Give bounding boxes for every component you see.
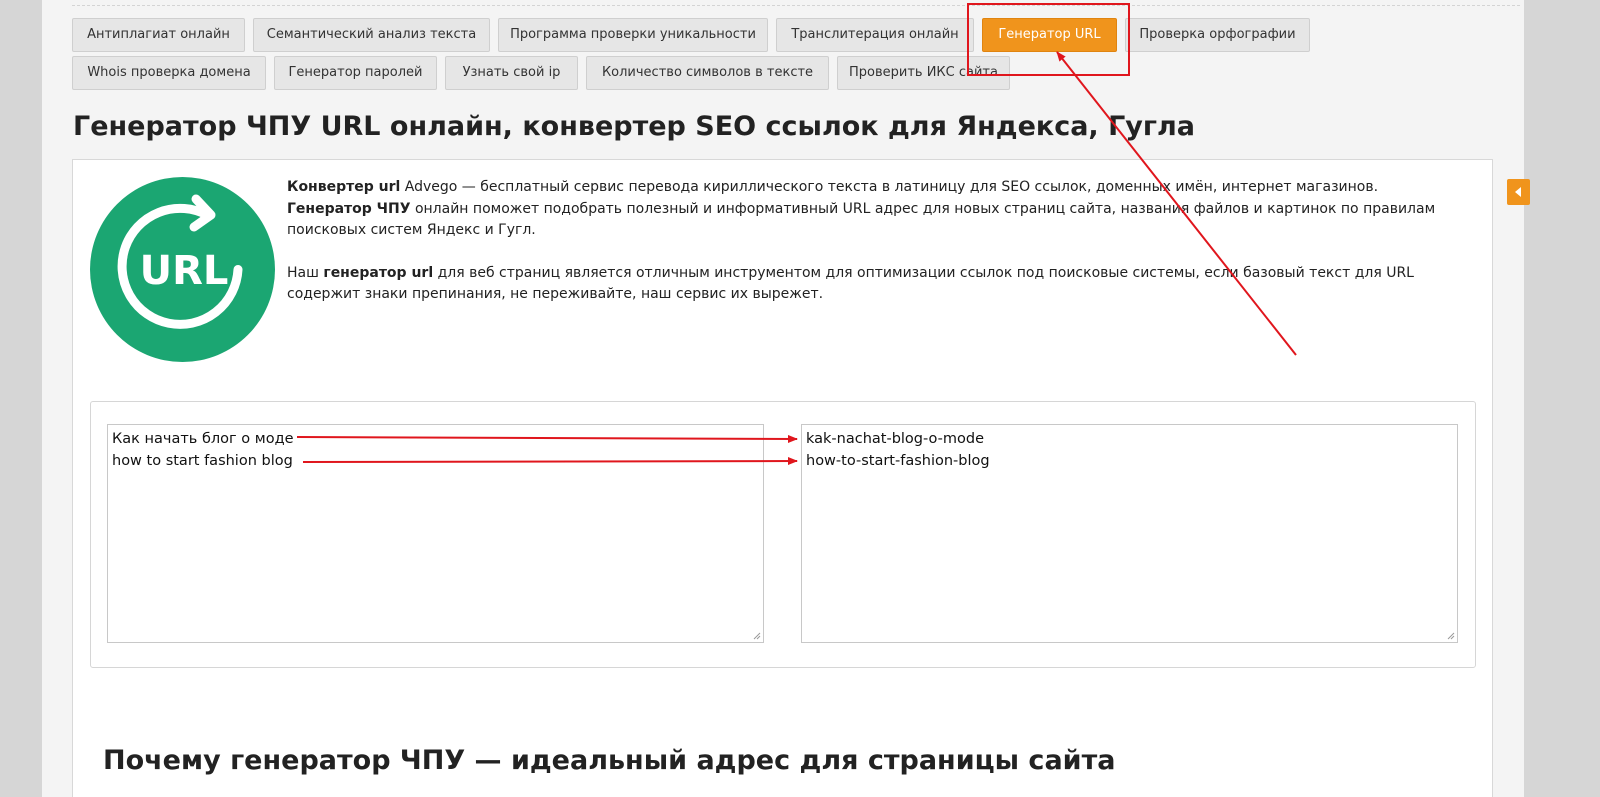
result-line: how-to-start-fashion-blog [806, 453, 990, 469]
tool-button-uniqueness-check[interactable]: Программа проверки уникальности [498, 18, 768, 52]
url-logo-icon: URL [90, 177, 275, 362]
tool-button-whois[interactable]: Whois проверка домена [72, 56, 266, 90]
tool-button-antiplagiat[interactable]: Антиплагиат онлайн [72, 18, 245, 52]
page-title: Генератор ЧПУ URL онлайн, конвертер SEO … [73, 111, 1195, 142]
source-line: how to start fashion blog [112, 453, 293, 469]
top-divider [72, 5, 1520, 6]
intro-paragraph-1: Конвертер url Advego — бесплатный сервис… [287, 179, 1379, 195]
resize-grip-icon[interactable] [752, 631, 761, 640]
resize-grip-icon[interactable] [1446, 631, 1455, 640]
side-panel-toggle-icon[interactable] [1507, 179, 1530, 205]
tool-button-char-count[interactable]: Количество символов в тексте [586, 56, 829, 90]
result-url-output[interactable]: kak-nachat-blog-o-mode how-to-start-fashi… [801, 424, 1458, 643]
tool-button-my-ip[interactable]: Узнать свой ip [445, 56, 578, 90]
intro-text: Конвертер url Advego — бесплатный сервис… [287, 177, 1467, 306]
section-title: Почему генератор ЧПУ — идеальный адрес д… [103, 745, 1116, 776]
source-text-input[interactable]: Как начать блог о моде how to start fashi… [107, 424, 764, 643]
logo-text: URL [140, 248, 229, 294]
annotation-highlight-box [967, 3, 1130, 76]
intro-paragraph-3: Наш генератор url для веб страниц являет… [287, 264, 1414, 303]
tool-button-transliteration[interactable]: Транслитерация онлайн [776, 18, 974, 52]
source-line: Как начать блог о моде [112, 431, 294, 447]
tool-button-password-generator[interactable]: Генератор паролей [274, 56, 437, 90]
tool-button-spell-check[interactable]: Проверка орфографии [1125, 18, 1310, 52]
result-line: kak-nachat-blog-o-mode [806, 431, 985, 447]
tool-button-semantic-analysis[interactable]: Семантический анализ текста [253, 18, 490, 52]
intro-paragraph-2: Генератор ЧПУ онлайн поможет подобрать п… [287, 200, 1436, 239]
